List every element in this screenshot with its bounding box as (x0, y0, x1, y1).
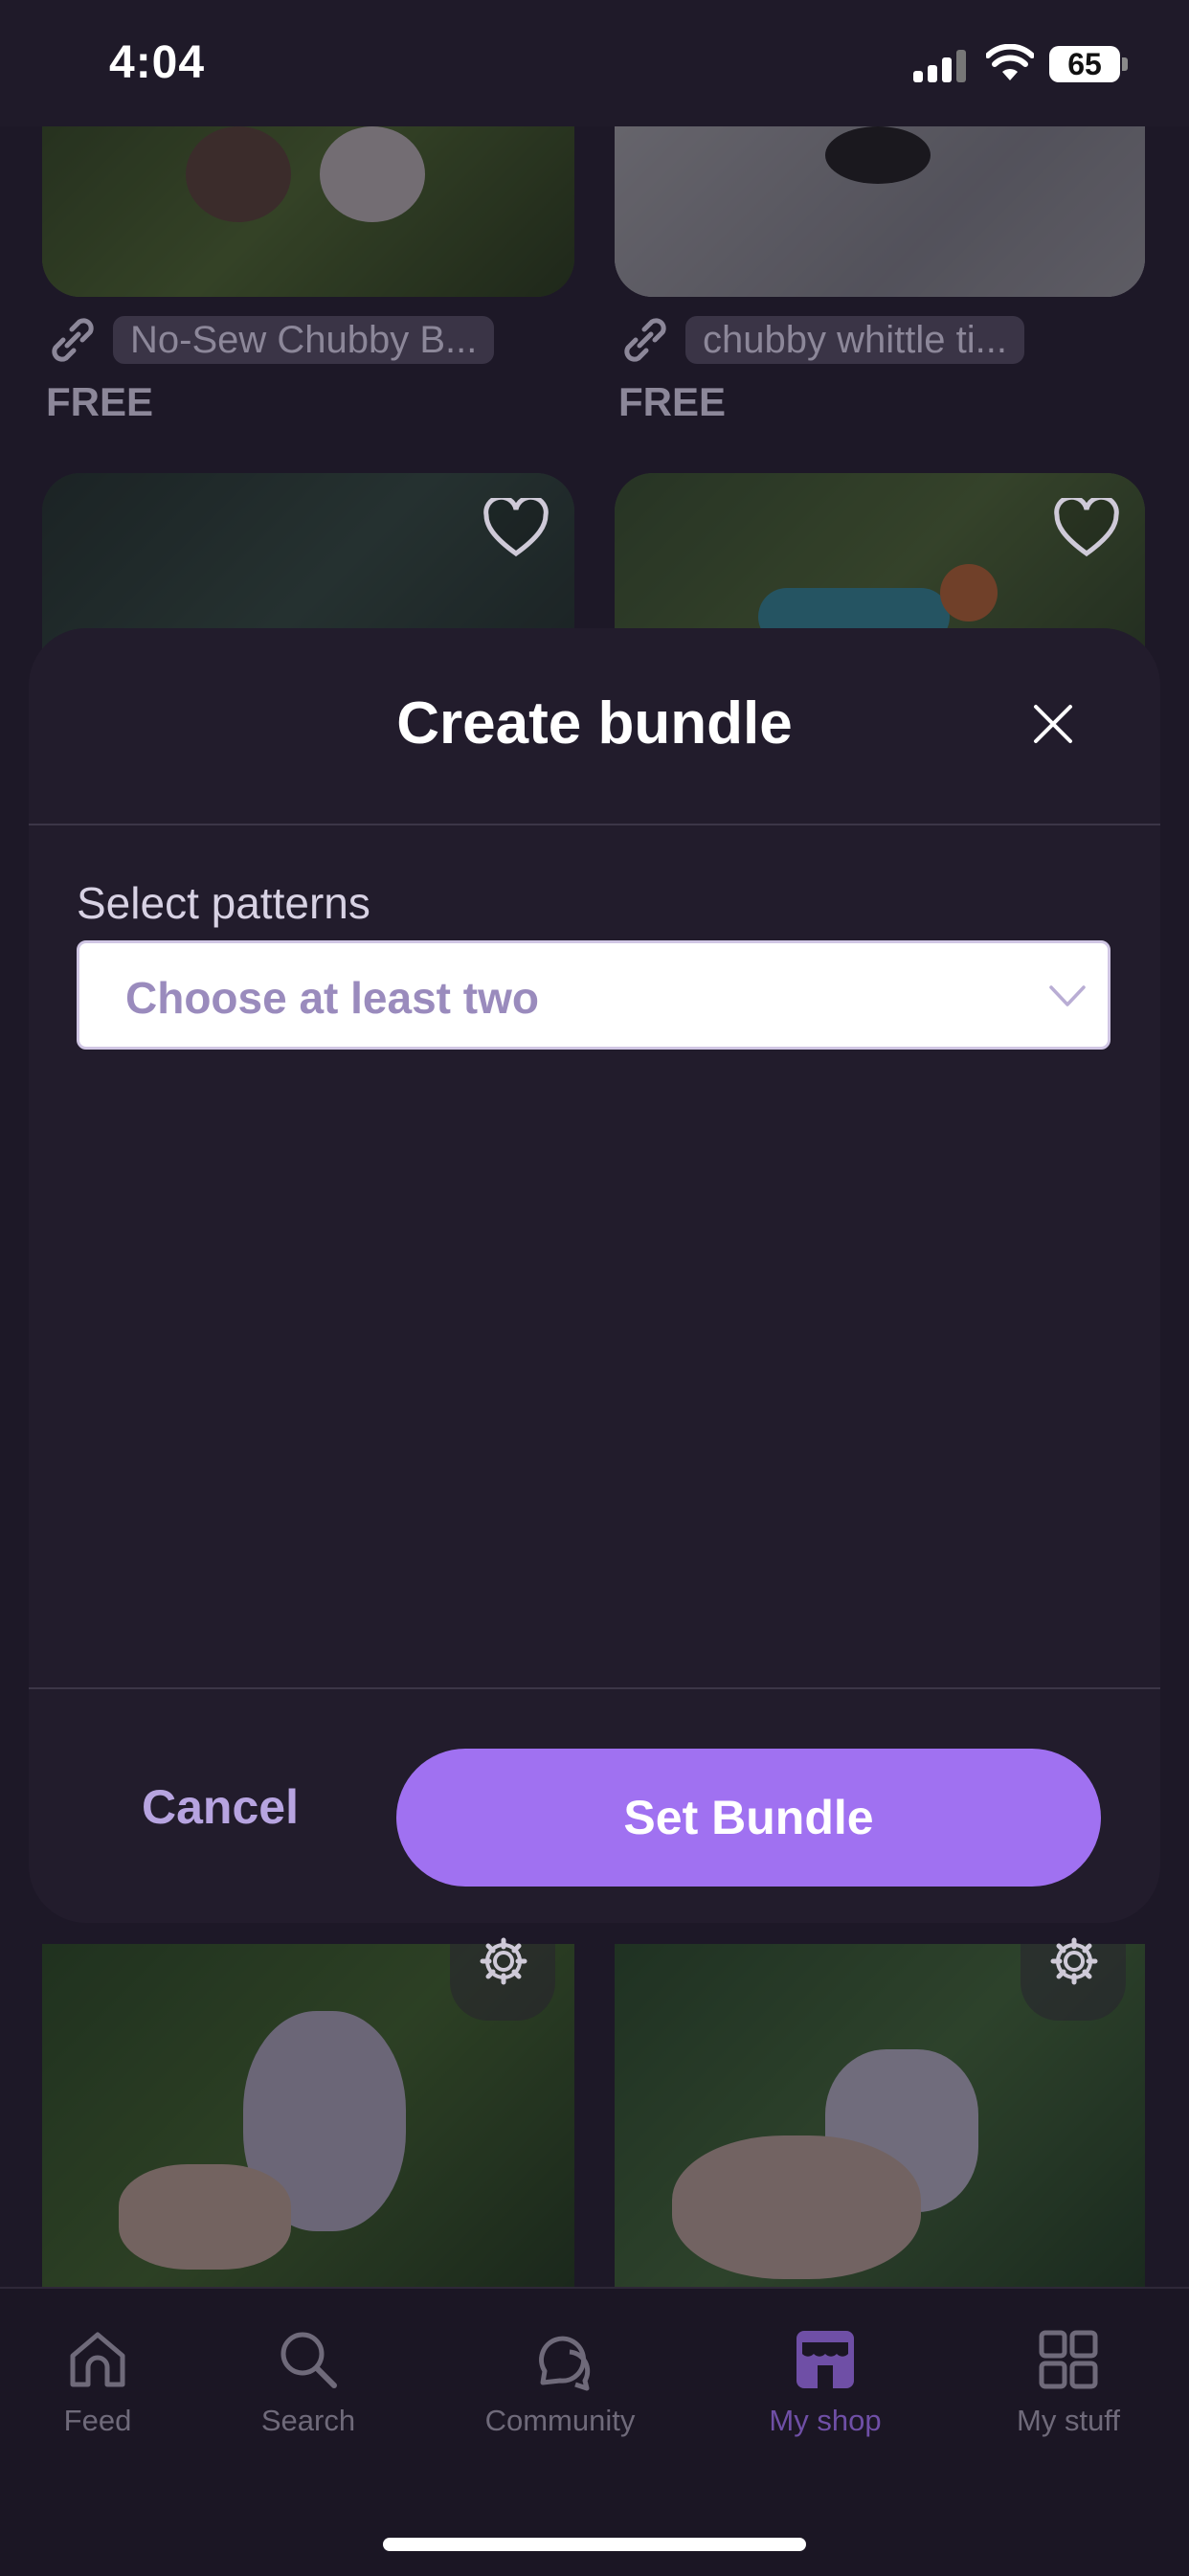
select-placeholder: Choose at least two (125, 973, 539, 1023)
pattern-link[interactable]: No-Sew Chubby B... (46, 316, 495, 364)
tab-label: Search (260, 2404, 356, 2437)
select-patterns-label: Select patterns (77, 878, 370, 928)
link-icon (52, 318, 94, 362)
create-bundle-modal: Create bundle Select patterns Choose at … (29, 628, 1160, 1923)
link-icon (624, 318, 666, 362)
modal-title: Create bundle (396, 690, 793, 757)
cancel-button[interactable]: Cancel (142, 1779, 299, 1835)
gear-icon[interactable] (1047, 1934, 1101, 1988)
tab-community[interactable]: Community (469, 2325, 651, 2438)
tab-label: My shop (769, 2404, 882, 2437)
status-bar: 4:04 65 (0, 0, 1189, 126)
gear-icon[interactable] (477, 1934, 530, 1988)
chat-bubbles-icon (539, 2336, 591, 2391)
home-indicator[interactable] (383, 2538, 806, 2551)
footer-divider (29, 1687, 1160, 1689)
pattern-price: FREE (618, 379, 727, 424)
select-patterns-dropdown[interactable]: Choose at least two (77, 940, 1110, 1050)
set-bundle-button[interactable]: Set Bundle (396, 1749, 1101, 1887)
tab-label: My stuff (1017, 2404, 1120, 2437)
storefront-icon (796, 2331, 854, 2388)
wifi-icon (986, 44, 1034, 80)
grid-icon (1039, 2330, 1098, 2389)
tab-search[interactable]: Search (251, 2325, 366, 2438)
search-icon (280, 2332, 337, 2388)
tab-my-shop[interactable]: My shop (758, 2325, 892, 2438)
battery-indicator: 65 (1049, 46, 1120, 82)
cellular-signal-icon (913, 48, 967, 82)
tab-label: Feed (63, 2404, 132, 2437)
tab-my-stuff[interactable]: My stuff (1001, 2325, 1135, 2438)
pattern-image[interactable] (42, 126, 574, 297)
status-time: 4:04 (109, 37, 206, 88)
chevron-down-icon (1049, 985, 1086, 1006)
pattern-price: FREE (46, 379, 154, 424)
home-icon (70, 2332, 125, 2387)
favorite-heart-icon[interactable] (1053, 498, 1120, 559)
favorite-heart-icon[interactable] (482, 498, 550, 559)
tab-label: Community (484, 2404, 636, 2437)
tab-feed[interactable]: Feed (40, 2325, 155, 2438)
bottom-tab-bar: Feed Search Community My shop My stuff (0, 2287, 1189, 2576)
pattern-image[interactable] (615, 126, 1145, 297)
pattern-link[interactable]: chubby whittle ti... (618, 316, 1024, 364)
close-icon[interactable] (1028, 699, 1078, 749)
header-divider (29, 824, 1160, 825)
pattern-name-chip: No-Sew Chubby B... (113, 316, 495, 364)
pattern-name-chip: chubby whittle ti... (685, 316, 1024, 364)
battery-tip (1122, 57, 1128, 71)
